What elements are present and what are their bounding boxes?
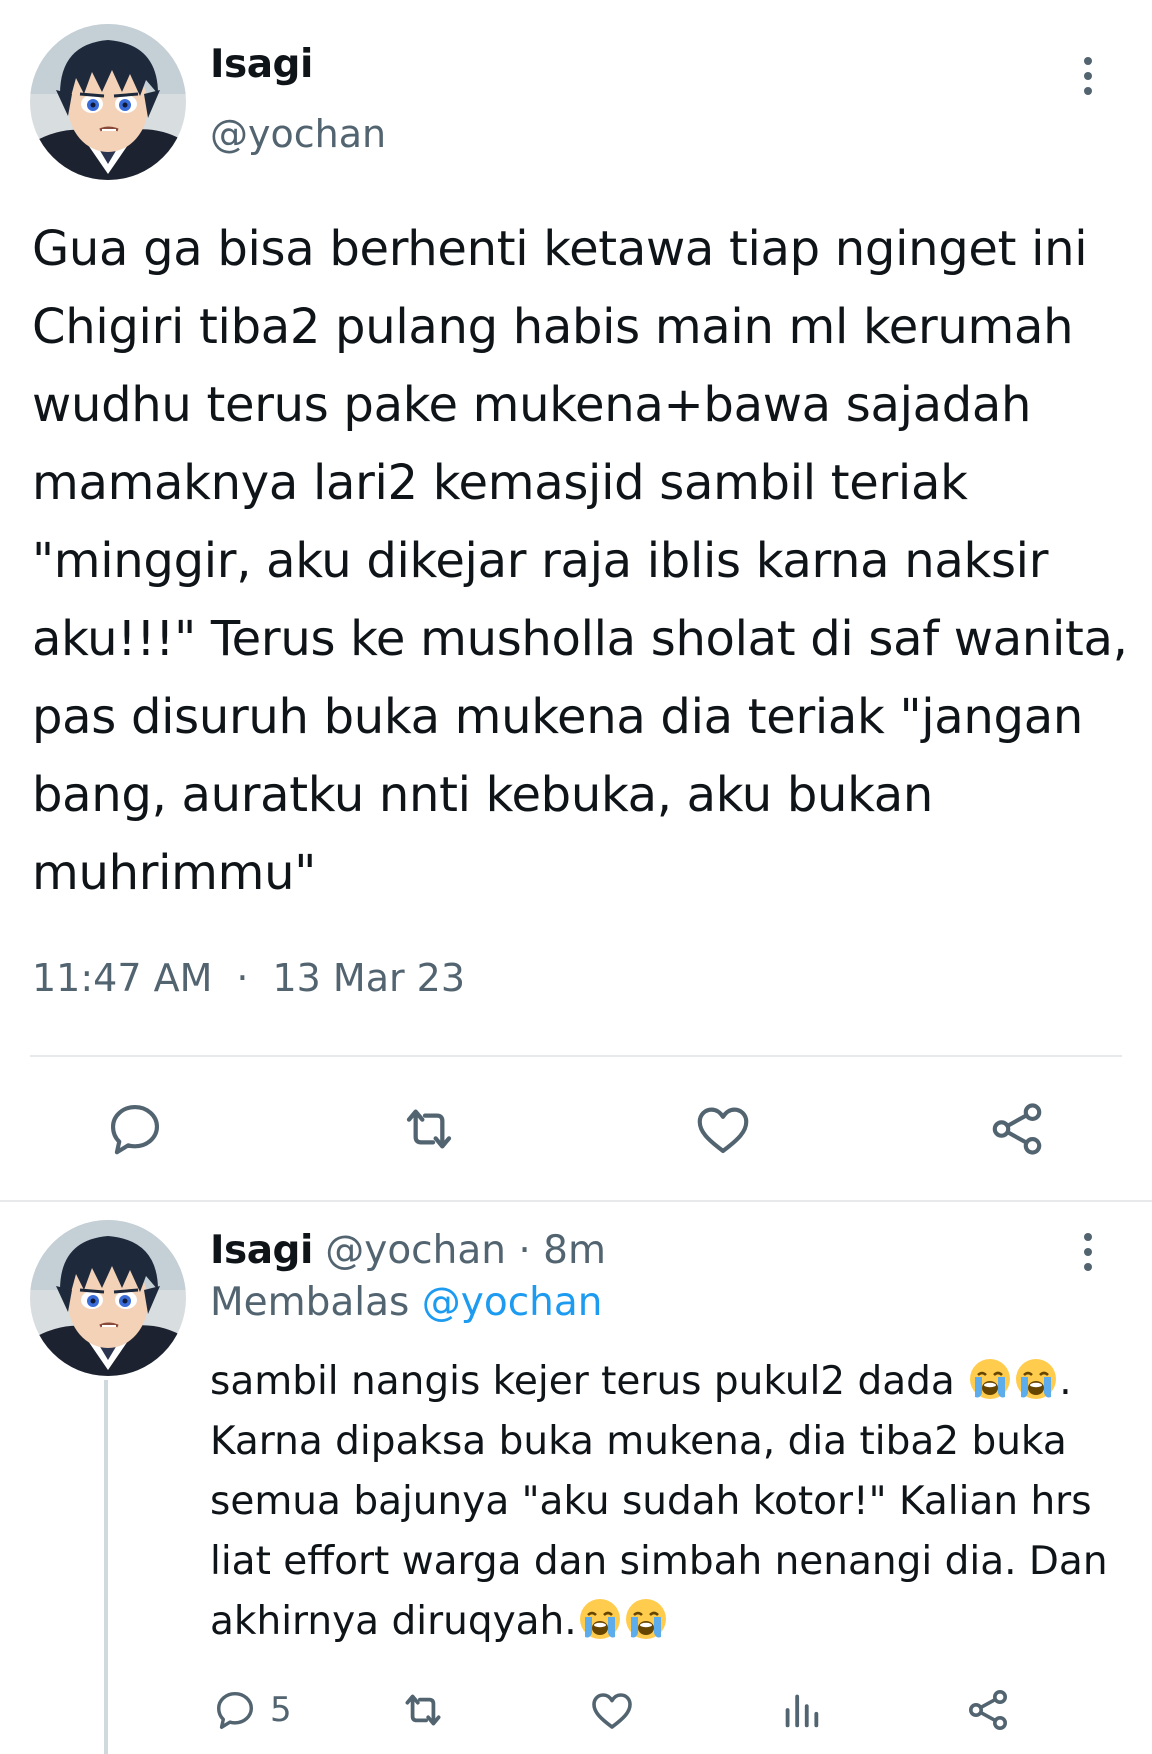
reply-analytics-button[interactable]: [778, 1682, 824, 1738]
reply-text: sambil nangis kejer terus pukul2 dada . …: [210, 1352, 1130, 1652]
reply-text-part1: sambil nangis kejer terus pukul2 dada: [210, 1359, 968, 1404]
tweet-text: Gua ga bisa berhenti ketawa tiap nginget…: [32, 221, 1128, 901]
reply-share-button[interactable]: [964, 1682, 1012, 1738]
reply-avatar[interactable]: [30, 1220, 186, 1376]
crying-face-icon: [1014, 1357, 1058, 1401]
like-icon: [592, 1693, 632, 1729]
retweet-icon: [405, 1694, 441, 1726]
replying-to-mention[interactable]: @yochan: [422, 1280, 603, 1325]
author-name[interactable]: Isagi: [210, 42, 313, 87]
divider: [30, 1055, 1122, 1057]
replying-label: Membalas: [210, 1280, 410, 1325]
like-icon: [697, 1107, 749, 1154]
reply-age[interactable]: 8m: [543, 1228, 606, 1273]
analytics-icon: [785, 1694, 819, 1728]
reply-count: 5: [270, 1690, 292, 1730]
like-button[interactable]: [688, 1094, 758, 1164]
avatar[interactable]: [30, 24, 186, 180]
reply-dot: ·: [518, 1228, 531, 1273]
avatar-image: [30, 1220, 186, 1376]
reply-like-button[interactable]: [588, 1682, 636, 1738]
reply-button[interactable]: [100, 1094, 170, 1164]
crying-face-icon: [968, 1357, 1012, 1401]
retweet-button[interactable]: [394, 1094, 464, 1164]
thread-line: [104, 1380, 108, 1754]
reply-reply-button[interactable]: 5: [212, 1682, 292, 1738]
reply-header: Isagi @yochan · 8m: [210, 1228, 606, 1273]
reply-author-handle[interactable]: @yochan: [325, 1228, 506, 1273]
crying-face-icon: [624, 1597, 668, 1641]
reply-author-name[interactable]: Isagi: [210, 1228, 313, 1273]
avatar-image: [30, 24, 186, 180]
retweet-icon: [406, 1109, 452, 1149]
tweet-time[interactable]: 11:47 AM: [32, 956, 212, 1000]
tweet-date[interactable]: 13 Mar 23: [272, 956, 465, 1000]
crying-face-icon: [578, 1597, 622, 1641]
reply-more-options-icon[interactable]: [1068, 1222, 1108, 1282]
reply-retweet-button[interactable]: [398, 1682, 448, 1738]
more-options-icon[interactable]: [1068, 46, 1108, 106]
reply-icon: [110, 1104, 160, 1155]
share-icon: [969, 1690, 1007, 1730]
main-tweet: Isagi @yochan Gua ga bisa berhenti ketaw…: [0, 0, 1152, 1178]
replying-to: Membalas @yochan: [210, 1280, 602, 1325]
reply-icon: [216, 1691, 254, 1729]
author-handle[interactable]: @yochan: [210, 112, 386, 156]
share-button[interactable]: [982, 1094, 1052, 1164]
tweet-meta: 11:47 AM · 13 Mar 23: [32, 956, 465, 1000]
thread-separator: [0, 1200, 1152, 1202]
share-icon: [992, 1103, 1042, 1155]
meta-separator: ·: [236, 956, 249, 1000]
